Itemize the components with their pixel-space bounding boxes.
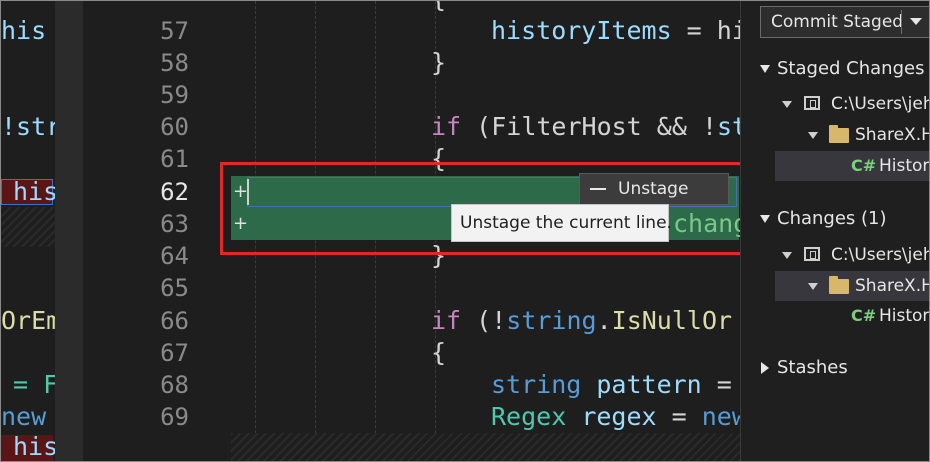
code-line-60[interactable]: if (FilterHost && !st bbox=[431, 111, 747, 143]
staged-folder-node[interactable]: ShareX.Hi bbox=[741, 120, 929, 150]
code-token: = hi bbox=[671, 16, 747, 45]
highlight-box bbox=[220, 162, 747, 255]
repository-icon bbox=[804, 247, 820, 261]
left-code-line: OrEm bbox=[1, 306, 55, 335]
repo-path: C:\Users\jeho bbox=[831, 245, 929, 265]
code-line-66[interactable]: if (!string.IsNullOr bbox=[431, 305, 732, 337]
code-token: Regex bbox=[491, 402, 567, 431]
changes-header[interactable]: Changes (1) bbox=[741, 204, 929, 234]
code-brace: { bbox=[431, 1, 446, 15]
expand-icon[interactable] bbox=[761, 362, 769, 374]
commit-staged-button[interactable]: Commit Staged bbox=[760, 6, 929, 38]
collapse-icon[interactable] bbox=[760, 65, 770, 73]
changes-file-item[interactable]: C# History bbox=[741, 301, 930, 331]
line-number: 68 bbox=[160, 371, 189, 399]
staged-changes-header[interactable]: Staged Changes (1 bbox=[741, 54, 929, 84]
file-name: History bbox=[879, 306, 930, 326]
changes-title: Changes (1) bbox=[777, 208, 887, 229]
repo-path: C:\Users\jeho bbox=[831, 94, 929, 114]
commit-staged-label: Commit Staged bbox=[771, 12, 904, 32]
diff-hatch bbox=[231, 433, 741, 461]
line-number: 59 bbox=[160, 81, 189, 109]
code-token: string bbox=[491, 370, 582, 399]
left-pane-scrollbar[interactable] bbox=[55, 1, 83, 461]
code-token: regex bbox=[566, 402, 657, 431]
code-token: ( bbox=[461, 112, 492, 141]
folder-name: ShareX.Hi bbox=[855, 125, 929, 145]
line-number: 69 bbox=[160, 403, 189, 431]
stashes-header[interactable]: Stashes bbox=[741, 353, 929, 383]
code-line-69[interactable]: Regex regex = new bbox=[491, 401, 747, 433]
staged-file-item[interactable]: C# History bbox=[775, 151, 930, 181]
left-code-line: his bbox=[1, 16, 47, 45]
diff-hatch bbox=[1, 207, 55, 247]
folder-icon bbox=[829, 125, 849, 143]
line-number: 63 bbox=[160, 210, 189, 238]
code-token: . bbox=[596, 306, 612, 335]
staged-repo-node[interactable]: C:\Users\jeho bbox=[741, 89, 929, 119]
code-token: FilterHost bbox=[491, 112, 642, 141]
code-line-68[interactable]: string pattern = bbox=[491, 369, 732, 401]
left-code-line: his bbox=[13, 432, 55, 461]
expand-triangle-icon[interactable] bbox=[808, 132, 818, 139]
code-token: historyItems bbox=[491, 16, 672, 45]
line-number: 58 bbox=[160, 49, 189, 77]
code-token: (! bbox=[461, 306, 507, 335]
code-token: = bbox=[656, 402, 702, 431]
expand-triangle-icon[interactable] bbox=[808, 283, 818, 290]
code-line-57[interactable]: historyItems = hi bbox=[491, 15, 747, 47]
stashes-title: Stashes bbox=[777, 357, 848, 378]
code-token: && ! bbox=[641, 112, 717, 141]
git-changes-panel: Commit Staged Staged Changes (1 C:\Users… bbox=[740, 1, 930, 461]
line-number: 66 bbox=[160, 307, 189, 335]
code-token: = bbox=[701, 370, 732, 399]
left-code-line: new bbox=[1, 402, 47, 431]
code-brace: { bbox=[431, 338, 447, 367]
line-number: 67 bbox=[160, 339, 189, 367]
left-code-line: !str bbox=[1, 112, 55, 141]
changes-repo-node[interactable]: C:\Users\jeho bbox=[741, 240, 929, 270]
line-number: 61 bbox=[160, 145, 189, 173]
collapse-icon[interactable] bbox=[760, 215, 770, 223]
code-token: IsNullOr bbox=[611, 306, 733, 335]
chevron-down-icon[interactable] bbox=[910, 18, 922, 25]
expand-triangle-icon[interactable] bbox=[782, 252, 792, 259]
code-brace: } bbox=[431, 48, 447, 77]
file-name: History bbox=[879, 156, 930, 176]
line-number: 64 bbox=[160, 242, 189, 270]
expand-triangle-icon[interactable] bbox=[782, 101, 792, 108]
code-token: pattern bbox=[581, 370, 702, 399]
line-number-current: 62 bbox=[160, 178, 189, 206]
app-window: his !str his OrEm = F new his 57 58 59 6… bbox=[0, 0, 930, 462]
left-code-line: = F bbox=[13, 370, 55, 399]
left-code-line: his bbox=[13, 177, 55, 206]
line-number: 65 bbox=[160, 274, 189, 302]
code-token: if bbox=[431, 112, 462, 141]
folder-name: ShareX.Hi bbox=[855, 276, 929, 296]
code-token: string bbox=[506, 306, 597, 335]
changes-folder-node[interactable]: ShareX.Hi bbox=[775, 271, 929, 301]
csharp-file-icon: C# bbox=[851, 156, 877, 175]
repository-icon bbox=[804, 96, 820, 110]
left-diff-pane[interactable]: his !str his OrEm = F new his bbox=[1, 1, 55, 461]
folder-icon bbox=[829, 276, 849, 294]
csharp-file-icon: C# bbox=[851, 306, 877, 325]
split-divider bbox=[901, 10, 902, 34]
line-number: 57 bbox=[160, 17, 189, 45]
code-token: if bbox=[431, 306, 462, 335]
line-number: 60 bbox=[160, 113, 189, 141]
staged-changes-title: Staged Changes (1 bbox=[777, 58, 929, 79]
